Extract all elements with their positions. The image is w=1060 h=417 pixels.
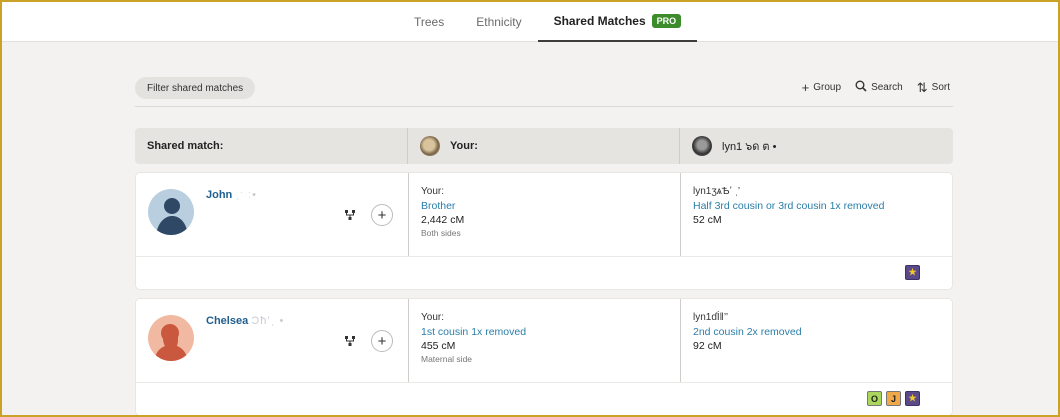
add-to-group-button[interactable]: + [371,204,393,226]
match-name-text: Chelsea [206,315,249,327]
your-label: Your: [421,186,444,197]
top-nav: Trees Ethnicity Shared Matches PRO [2,2,1058,42]
filter-shared-matches-button[interactable]: Filter shared matches [135,77,256,99]
match-person: John ˌˑ ː• + [136,173,408,256]
match-person: Chelsea Ɔħ’ˌ • + [136,299,408,382]
match-name[interactable]: Chelsea Ɔħ’ˌ • [206,315,284,327]
other-relationship[interactable]: 2nd cousin 2x removed [693,325,952,339]
match-footer: O J ★ [136,383,952,415]
other-label: lyn1ӡѧѢʼ ˌ’ [693,186,741,197]
tab-trees[interactable]: Trees [398,2,460,42]
plus-icon: + [377,206,387,224]
badge-list: ★ [905,265,920,280]
tab-shared-matches[interactable]: Shared Matches PRO [537,2,698,42]
sort-label: Sort [931,81,950,93]
badge-list: O J ★ [867,391,920,406]
star-icon[interactable]: ★ [905,391,920,406]
group-label: Group [813,81,842,93]
your-label: Your: [421,312,444,323]
match-name-obscured: ˌˑ ː• [235,189,258,201]
tab-shared-matches-label: Shared Matches [553,14,646,28]
your-cm: 2,442 cM [421,214,465,226]
match-card: Chelsea Ɔħ’ˌ • + Your: 1st cousin 1x rem… [135,298,953,415]
search-label: Search [871,81,903,93]
match-card: John ˌˑ ː• + Your: Brother 2,442 cM Both… [135,172,953,290]
plus-icon: + [801,79,810,95]
other-relationship[interactable]: Half 3rd cousin or 3rd cousin 1x removed [693,199,952,213]
header-other: lyn1 ๖ด ต • [679,128,953,164]
toolbar-actions: + Group Search ⇅ Sort [802,80,950,94]
tree-icon[interactable] [344,209,356,224]
match-name[interactable]: John ˌˑ ː• [206,189,257,201]
divider [135,106,953,107]
badge-o[interactable]: O [867,391,882,406]
match-footer: ★ [136,257,952,289]
sort-icon: ⇅ [916,79,928,95]
add-to-group-button[interactable]: + [371,330,393,352]
group-button[interactable]: + Group [802,80,841,94]
tab-trees-label: Trees [414,15,445,29]
badge-j[interactable]: J [886,391,901,406]
your-cm: 455 cM [421,340,456,352]
tab-ethnicity[interactable]: Ethnicity [460,2,537,42]
avatar[interactable] [148,189,194,235]
sort-button[interactable]: ⇅ Sort [917,80,950,94]
other-label: lyn1ɗİǁ’’ [693,312,729,323]
plus-icon: + [377,332,387,350]
your-relationship[interactable]: 1st cousin 1x removed [421,325,680,339]
tab-ethnicity-label: Ethnicity [476,15,522,29]
header-shared-match: Shared match: [147,140,224,152]
search-button[interactable]: Search [855,80,903,94]
match-name-obscured: Ɔħ’ˌ • [251,315,285,327]
app-frame: Trees Ethnicity Shared Matches PRO Filte… [0,0,1060,417]
other-relationship-cell: lyn1ɗİǁ’’ 2nd cousin 2x removed 92 cM [680,299,952,382]
other-avatar [692,136,712,156]
your-relationship[interactable]: Brother [421,199,680,213]
avatar[interactable] [148,315,194,361]
your-side: Both sides [421,228,461,238]
your-avatar [420,136,440,156]
your-side: Maternal side [421,354,473,364]
other-relationship-cell: lyn1ӡѧѢʼ ˌ’ Half 3rd cousin or 3rd cousi… [680,173,952,256]
header-other-label: lyn1 ๖ด ต • [722,141,777,153]
your-relationship-cell: Your: Brother 2,442 cM Both sides [408,173,680,256]
your-relationship-cell: Your: 1st cousin 1x removed 455 cM Mater… [408,299,680,382]
search-icon [855,80,867,94]
header-your: Your: [407,128,679,164]
other-cm: 92 cM [693,340,722,352]
tab-bar: Trees Ethnicity Shared Matches PRO [398,2,698,42]
match-name-text: John [206,189,233,201]
star-icon[interactable]: ★ [905,265,920,280]
header-your-label: Your: [450,140,478,152]
other-cm: 52 cM [693,214,722,226]
pro-badge: PRO [651,14,682,28]
table-header: Shared match: Your: lyn1 ๖ด ต • [135,128,953,164]
tree-icon[interactable] [344,335,356,350]
